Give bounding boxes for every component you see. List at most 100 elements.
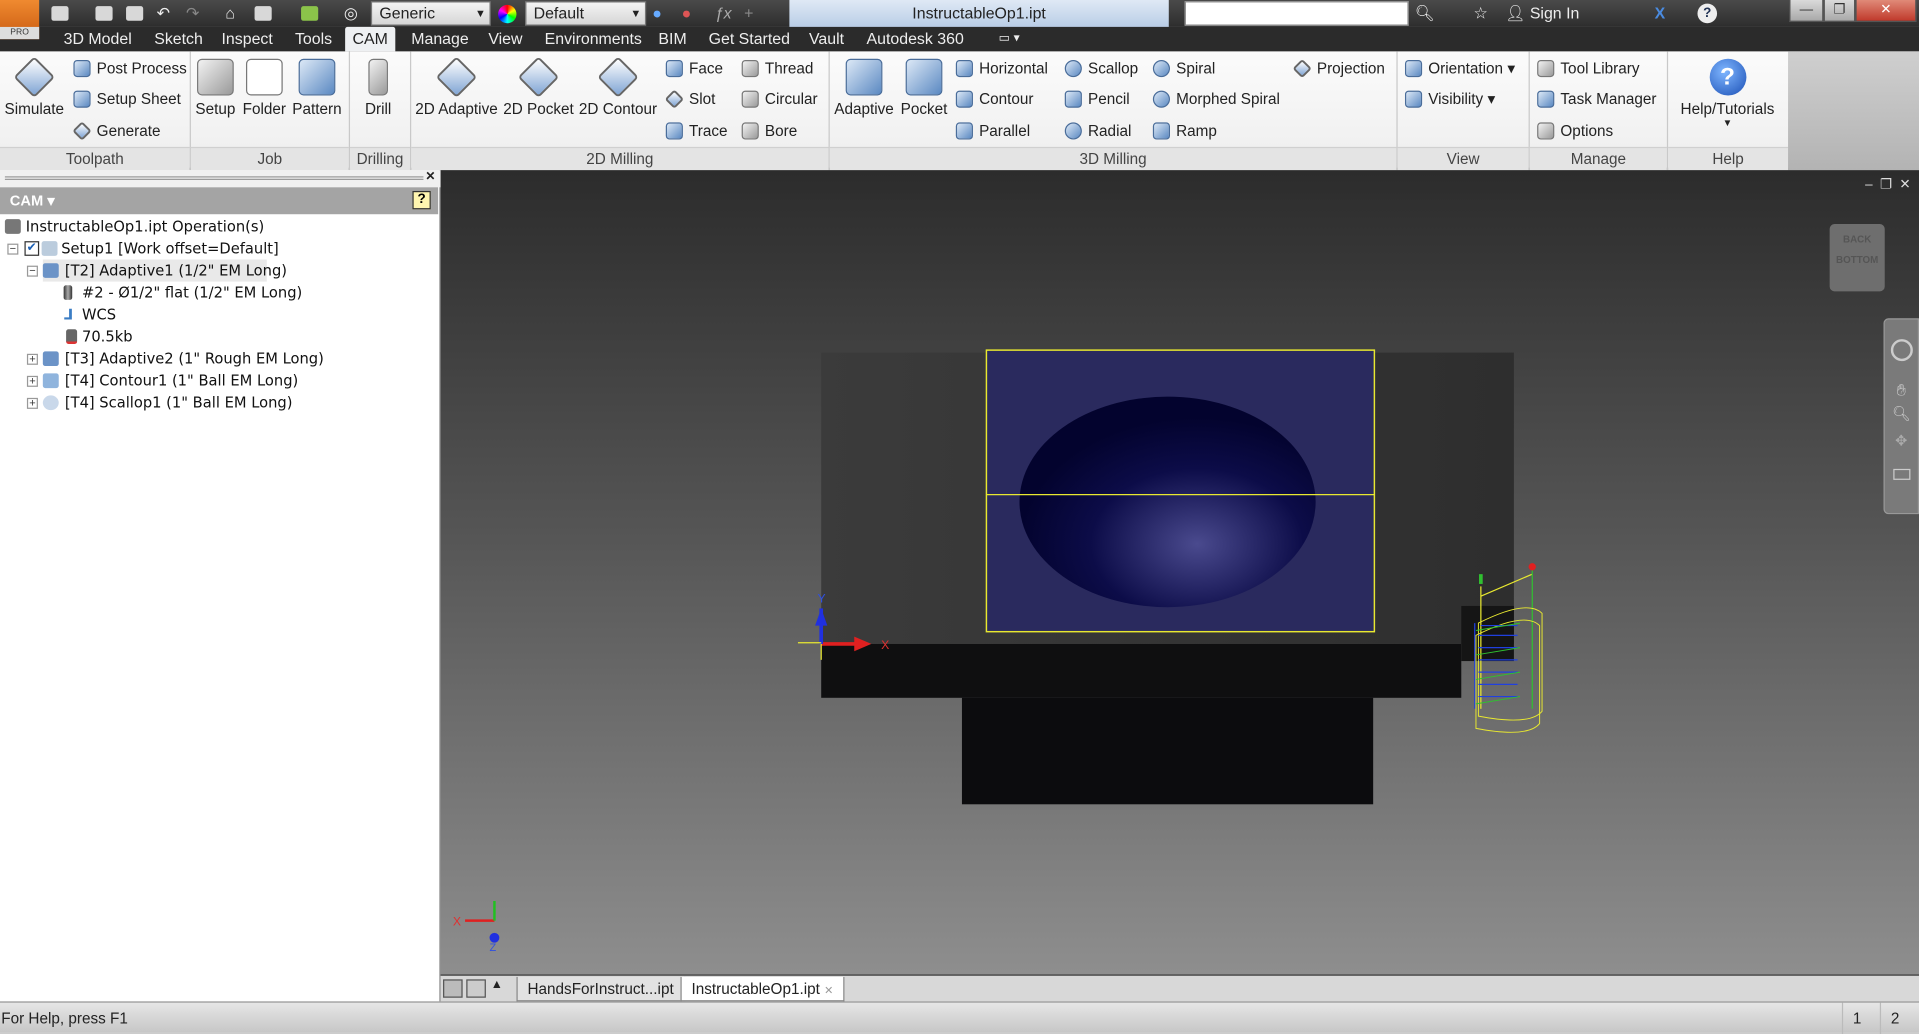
slot-button[interactable]: Slot	[664, 89, 715, 111]
viewport-window-controls[interactable]: –❐✕	[1865, 176, 1918, 193]
undo-icon[interactable]: ↶	[157, 4, 170, 24]
help-tutorials-button[interactable]: ? Help/Tutorials ▼	[1669, 58, 1785, 129]
panel-grip[interactable]: ✕	[0, 170, 441, 188]
tile-windows-icon[interactable]	[466, 979, 486, 998]
post-process-button[interactable]: Post Process	[73, 59, 187, 81]
drill-button[interactable]: Drill	[352, 58, 403, 118]
search-icon[interactable]: 🔍︎	[1415, 4, 1435, 24]
pencil-button[interactable]: Pencil	[1064, 89, 1130, 111]
tree-item-adaptive1[interactable]: [T2] Adaptive1 (1/2" EM Long)	[42, 259, 287, 282]
close-tab-icon[interactable]: ✕	[824, 984, 833, 996]
projection-button[interactable]: Projection	[1292, 58, 1385, 81]
collapse-setup-button[interactable]: −	[7, 243, 19, 255]
expand-scallop1-button[interactable]: +	[26, 397, 38, 409]
update-icon[interactable]	[254, 6, 272, 21]
radial-button[interactable]: Radial	[1064, 121, 1131, 143]
close-panel-icon[interactable]: ✕	[425, 170, 435, 183]
tab-view[interactable]: View	[481, 27, 530, 51]
collapse-adaptive1-button[interactable]: −	[26, 265, 38, 277]
model-view[interactable]: X Y X Z	[441, 170, 1919, 974]
circular-button[interactable]: Circular	[741, 89, 818, 111]
document-list-icon[interactable]: ▲	[491, 978, 503, 991]
home-icon[interactable]: ⌂	[225, 4, 235, 22]
maximize-button[interactable]: ❐	[1823, 0, 1856, 23]
part-bottom[interactable]	[961, 697, 1374, 805]
fx-icon[interactable]: ƒx	[715, 4, 732, 22]
ramp-button[interactable]: Ramp	[1152, 121, 1217, 143]
setup-checkbox[interactable]: ✔	[24, 241, 40, 256]
tab-vault[interactable]: Vault	[802, 27, 852, 51]
pan-icon[interactable]: ✋︎	[1885, 381, 1918, 401]
expand-contour1-button[interactable]: +	[26, 375, 38, 387]
color-wheel-icon[interactable]	[498, 4, 517, 24]
part-base[interactable]	[821, 643, 1462, 698]
visibility-dropdown[interactable]: Visibility ▾	[1404, 89, 1495, 111]
thread-button[interactable]: Thread	[741, 59, 813, 81]
pocket-button[interactable]: Pocket	[898, 58, 949, 118]
save-icon[interactable]	[126, 6, 144, 21]
clear-icon[interactable]: ●	[682, 4, 692, 22]
options-button[interactable]: Options	[1537, 121, 1613, 143]
cascade-windows-icon[interactable]	[443, 979, 463, 998]
spherical-pocket[interactable]	[1019, 396, 1316, 608]
zoom-icon[interactable]: 🔍︎	[1885, 405, 1918, 422]
graphics-viewport[interactable]: X Y X Z –❐✕ BACK BOTTOM ✋︎ 🔍︎ ✥	[440, 170, 1919, 975]
expand-adaptive2-button[interactable]: +	[26, 353, 38, 365]
sign-in-button[interactable]: Sign In	[1530, 4, 1580, 22]
redo-icon[interactable]: ↷	[186, 4, 199, 24]
inventor-logo[interactable]: PRO	[0, 0, 40, 40]
style-combo[interactable]: Default ▼	[525, 1, 647, 26]
tab-manage[interactable]: Manage	[404, 27, 476, 51]
new-file-icon[interactable]	[51, 6, 69, 21]
tab-tools[interactable]: Tools	[288, 27, 340, 51]
ribbon-display-icon[interactable]: ▭ ▾	[991, 27, 1027, 51]
exchange-icon[interactable]: X	[1655, 4, 1666, 22]
minimize-button[interactable]: —	[1789, 0, 1824, 23]
help-icon[interactable]: ?	[412, 190, 431, 210]
folder-button[interactable]: Folder	[241, 58, 288, 118]
orbit-icon[interactable]: ✥	[1885, 432, 1918, 449]
look-at-icon[interactable]	[1892, 468, 1910, 480]
tab-sketch[interactable]: Sketch	[147, 27, 210, 51]
tab-inspect[interactable]: Inspect	[214, 27, 280, 51]
help-search-input[interactable]	[1184, 1, 1409, 26]
2d-pocket-button[interactable]: 2D Pocket	[502, 56, 575, 118]
browser-header[interactable]: CAM ▾?	[0, 187, 439, 215]
appearance-combo[interactable]: Generic ▼	[370, 1, 491, 26]
2d-adaptive-button[interactable]: 2D Adaptive	[414, 56, 500, 118]
spiral-button[interactable]: Spiral	[1152, 59, 1215, 81]
viewcube[interactable]: BACK BOTTOM	[1829, 224, 1885, 292]
close-button[interactable]: ✕	[1855, 0, 1917, 23]
bore-button[interactable]: Bore	[741, 121, 797, 143]
horizontal-button[interactable]: Horizontal	[955, 59, 1048, 81]
steering-wheel-icon[interactable]	[1890, 339, 1913, 362]
orientation-dropdown[interactable]: Orientation ▾	[1404, 59, 1515, 81]
tab-autodesk-360[interactable]: Autodesk 360	[859, 27, 971, 51]
2d-contour-button[interactable]: 2D Contour	[578, 56, 659, 118]
setup-button[interactable]: Setup	[192, 58, 239, 118]
doc-tab-handsforinstruct[interactable]: HandsForInstruct...ipt	[516, 976, 685, 1002]
scallop-button[interactable]: Scallop	[1064, 59, 1138, 81]
help-icon[interactable]: ?	[1697, 3, 1718, 24]
favorites-icon[interactable]: ☆	[1474, 4, 1488, 24]
tab-3d-model[interactable]: 3D Model	[56, 27, 139, 51]
trace-button[interactable]: Trace	[665, 121, 728, 143]
plus-icon[interactable]: +	[744, 4, 753, 22]
adaptive-button[interactable]: Adaptive	[832, 58, 896, 118]
tab-environments[interactable]: Environments	[537, 27, 649, 51]
doc-tab-instructableop1[interactable]: InstructableOp1.ipt ✕	[680, 976, 845, 1002]
setup-sheet-button[interactable]: Setup Sheet	[73, 89, 181, 111]
contour-button[interactable]: Contour	[955, 89, 1034, 111]
tab-cam[interactable]: CAM	[345, 26, 396, 52]
morphed-spiral-button[interactable]: Morphed Spiral	[1152, 89, 1280, 111]
tab-get-started[interactable]: Get Started	[701, 27, 797, 51]
face-button[interactable]: Face	[665, 59, 723, 81]
parallel-button[interactable]: Parallel	[955, 121, 1030, 143]
simulate-button[interactable]: Simulate	[2, 56, 66, 118]
open-icon[interactable]	[95, 6, 113, 21]
adjust-icon[interactable]: ●	[652, 4, 662, 22]
material-icon[interactable]: ◎	[344, 4, 358, 24]
tab-bim[interactable]: BIM	[651, 27, 694, 51]
task-manager-button[interactable]: Task Manager	[1537, 89, 1657, 111]
generate-button[interactable]: Generate	[72, 121, 160, 143]
